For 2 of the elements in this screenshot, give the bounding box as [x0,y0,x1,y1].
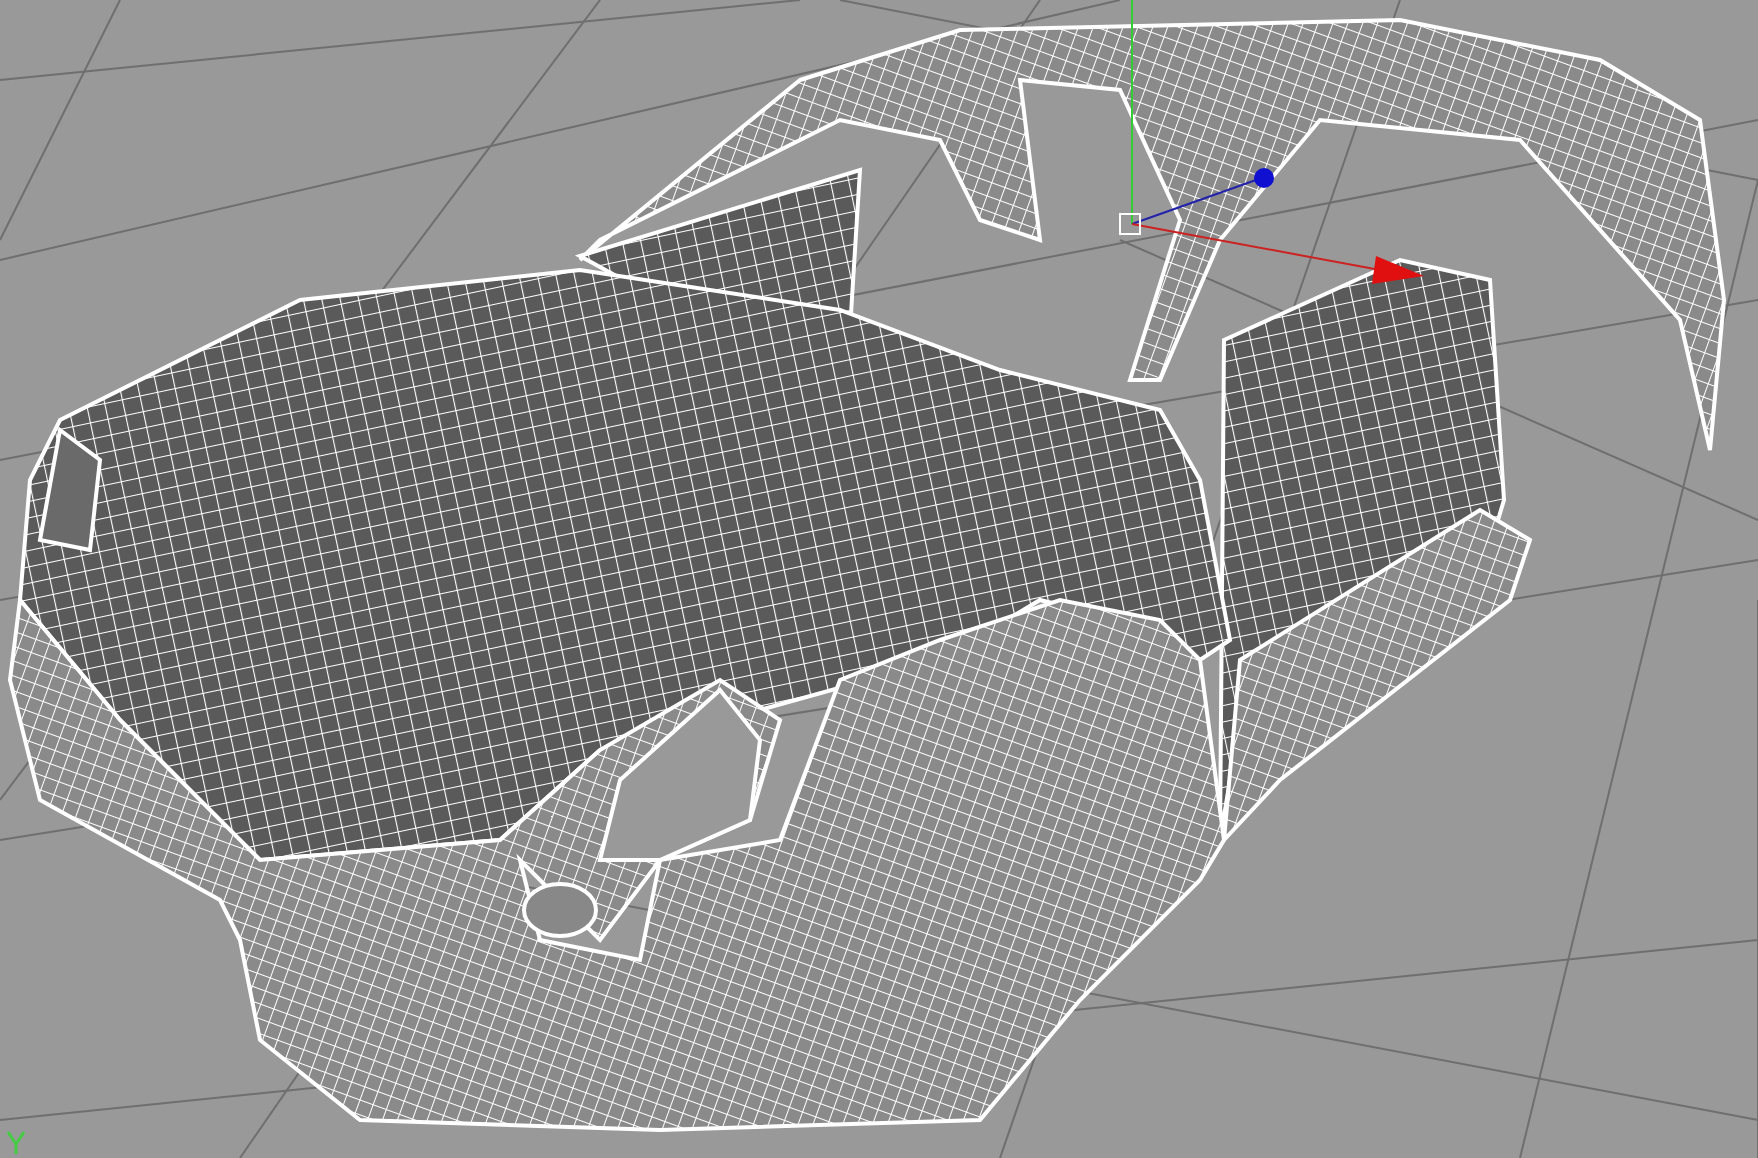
axis-indicator-icon [6,1130,26,1156]
move-gizmo-drawing[interactable] [1119,0,1424,284]
